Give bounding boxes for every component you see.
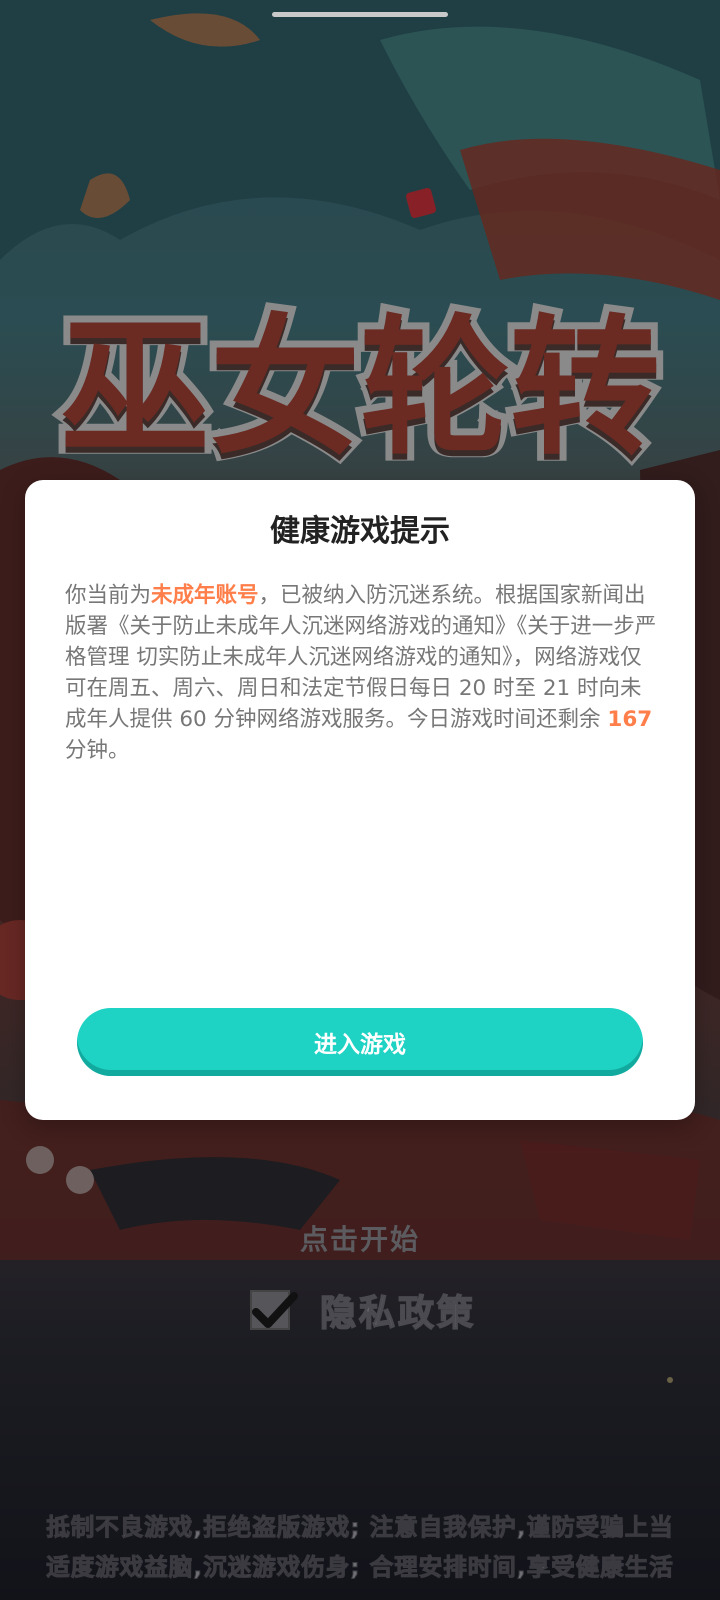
checkmark-icon — [252, 1292, 298, 1328]
health-notice-line-1: 抵制不良游戏,拒绝盗版游戏; 注意自我保护,谨防受骗上当 — [46, 1513, 674, 1542]
game-logo: 巫女轮转 — [8, 270, 712, 483]
dialog-body: 你当前为未成年账号，已被纳入防沉迷系统。根据国家新闻出版署《关于防止未成年人沉迷… — [65, 580, 661, 766]
remaining-minutes: 167 — [607, 707, 653, 732]
game-start-screen[interactable]: 巫女轮转 健康游戏提示 你当前为未成年账号，已被纳入防沉迷系统。根据国家新闻出版… — [0, 0, 720, 1600]
privacy-policy-row[interactable]: 隐私政策 — [250, 1282, 476, 1338]
healthy-gaming-dialog: 健康游戏提示 你当前为未成年账号，已被纳入防沉迷系统。根据国家新闻出版署《关于防… — [25, 480, 695, 1120]
top-drag-handle — [272, 12, 448, 17]
tap-to-start-label[interactable]: 点击开始 — [0, 1218, 720, 1258]
privacy-checkbox[interactable] — [250, 1290, 298, 1330]
minor-account-highlight: 未成年账号 — [151, 583, 259, 608]
privacy-policy-link[interactable]: 隐私政策 — [319, 1284, 476, 1336]
dialog-title: 健康游戏提示 — [270, 514, 450, 549]
body-text-3: 分钟。 — [65, 738, 130, 763]
enter-game-button[interactable]: 进入游戏 — [77, 1008, 643, 1076]
health-notice-line-2: 适度游戏益脑,沉迷游戏伤身; 合理安排时间,享受健康生活 — [46, 1553, 674, 1582]
game-logo-text: 巫女轮转 — [53, 293, 667, 483]
body-text-1: 你当前为 — [65, 583, 152, 608]
